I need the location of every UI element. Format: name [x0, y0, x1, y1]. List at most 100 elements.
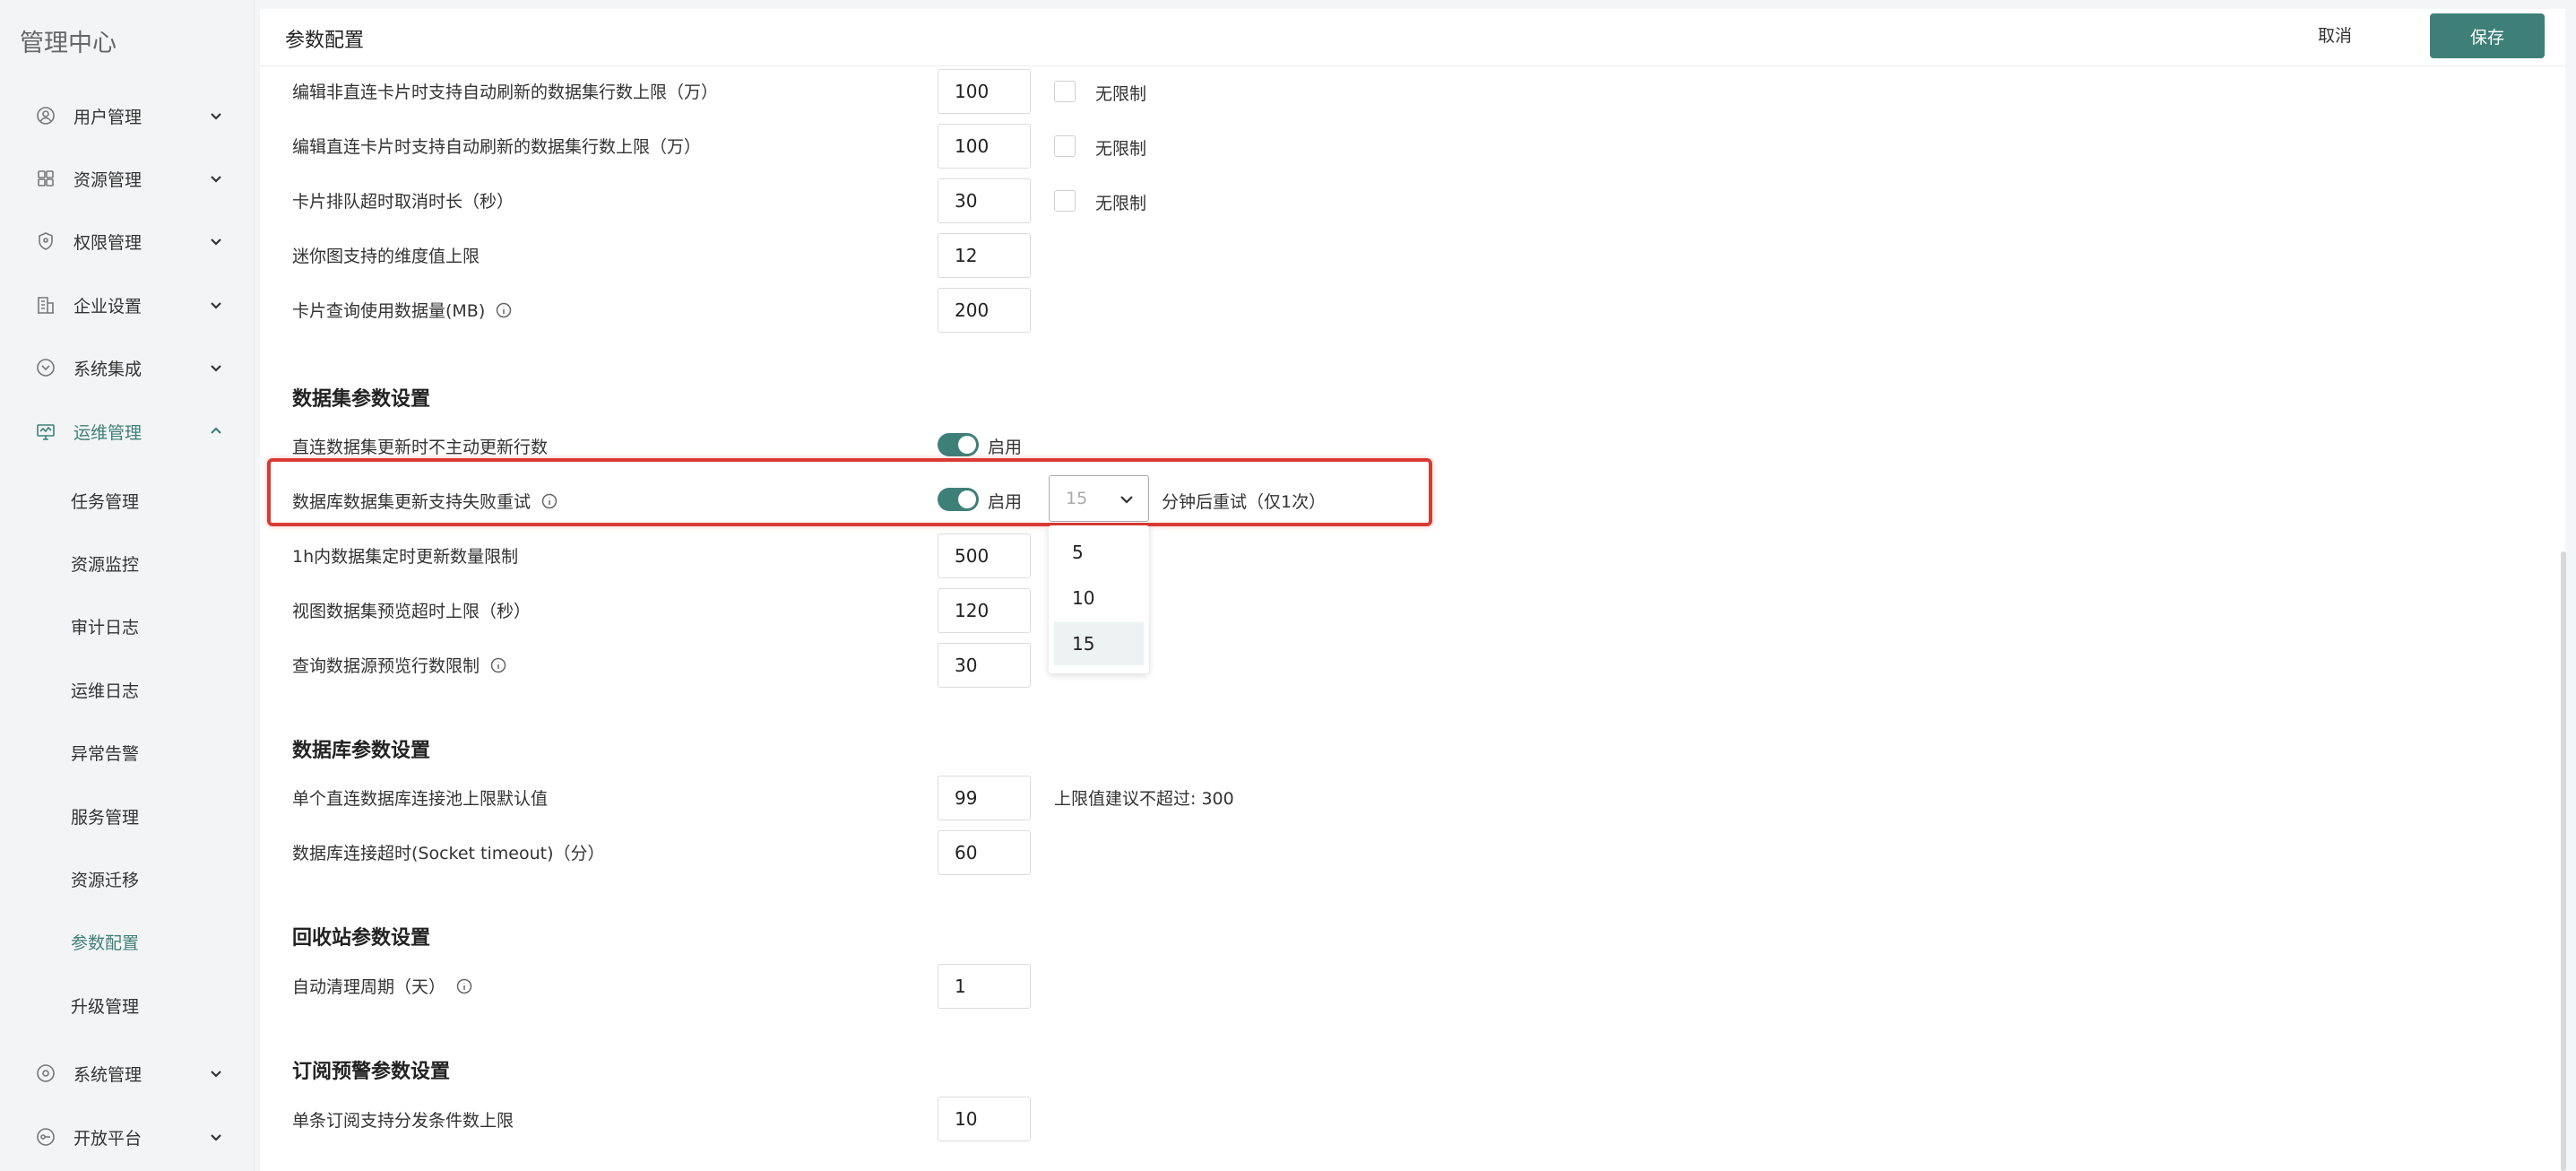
sidebar-item-audit-log[interactable]: 审计日志: [0, 601, 255, 651]
nav-system-management[interactable]: 系统管理: [0, 1046, 255, 1100]
setting-row-label: 自动清理周期（天）: [292, 974, 472, 998]
setting-label: 单条订阅支持分发条件数上限: [292, 1111, 514, 1131]
number-input[interactable]: 500: [938, 533, 1031, 578]
nav-label: 资源管理: [73, 169, 143, 190]
nav-label: 开放平台: [73, 1128, 143, 1149]
setting-label: 编辑非直连卡片时支持自动刷新的数据集行数上限（万）: [292, 82, 719, 102]
sidebar-item-tasks[interactable]: 任务管理: [0, 475, 255, 525]
nav-label: 系统管理: [73, 1064, 143, 1085]
section-title: 订阅预警参数设置: [292, 1061, 451, 1083]
chevron-up-icon: [208, 423, 224, 439]
select-value: 15: [1066, 489, 1088, 508]
sidebar: 管理中心 用户管理 资源管理 权限管理 企业设置 系统集成 运维管理 任务管理 …: [0, 0, 255, 1171]
save-button[interactable]: 保存: [2430, 13, 2545, 58]
page-title: 参数配置: [285, 30, 365, 52]
nav-resource-management[interactable]: 资源管理: [0, 152, 255, 205]
nav-label: 企业设置: [73, 296, 143, 317]
number-input[interactable]: 10: [938, 1097, 1031, 1141]
number-input[interactable]: 30: [938, 643, 1031, 688]
sidebar-item-alerts[interactable]: 异常告警: [0, 727, 255, 777]
info-icon[interactable]: [490, 657, 506, 673]
setting-label: 卡片查询使用数据量(MB): [292, 301, 486, 321]
grid-icon: [36, 169, 56, 188]
nav-label: 用户管理: [73, 107, 143, 127]
chevron-down-icon: [208, 1129, 224, 1145]
number-input[interactable]: 60: [938, 830, 1031, 875]
hint-text: 上限值建议不超过: 300: [1054, 789, 1234, 809]
nav-label: 权限管理: [73, 232, 143, 253]
unlimited-checkbox[interactable]: [1054, 81, 1076, 102]
nav-user-management[interactable]: 用户管理: [0, 89, 255, 143]
setting-label: 迷你图支持的维度值上限: [292, 247, 480, 266]
setting-row-label: 数据库数据集更新支持失败重试: [292, 489, 558, 513]
main-panel: 参数配置 取消 保存 编辑非直连卡片时支持自动刷新的数据集行数上限（万） 100…: [260, 9, 2565, 1171]
chevron-down-icon: [208, 360, 224, 376]
select-option[interactable]: 10: [1054, 577, 1144, 620]
retry-suffix: 分钟后重试（仅1次）: [1162, 492, 1327, 512]
number-input[interactable]: 120: [938, 588, 1031, 633]
setting-label: 卡片排队超时取消时长（秒）: [292, 192, 514, 212]
toggle-label: 启用: [988, 492, 1023, 512]
nav-enterprise-settings[interactable]: 企业设置: [0, 278, 255, 332]
setting-row-label: 查询数据源预览行数限制: [292, 653, 506, 677]
setting-label: 直连数据集更新时不主动更新行数: [292, 438, 549, 457]
select-option[interactable]: 5: [1054, 531, 1144, 574]
chevron-down-icon: [208, 233, 224, 249]
chevron-down-icon: [208, 297, 224, 313]
checkbox-label: 无限制: [1095, 194, 1147, 213]
nav-permission-management[interactable]: 权限管理: [0, 214, 255, 268]
info-icon[interactable]: [541, 493, 558, 509]
number-input[interactable]: 30: [938, 178, 1031, 223]
shield-icon: [36, 231, 56, 251]
sidebar-item-upgrade[interactable]: 升级管理: [0, 980, 255, 1030]
number-input[interactable]: 1: [938, 964, 1031, 1009]
number-input[interactable]: 100: [938, 124, 1031, 169]
section-title: 回收站参数设置: [292, 927, 431, 950]
checkbox-label: 无限制: [1095, 84, 1147, 104]
sidebar-item-resource-monitor[interactable]: 资源监控: [0, 538, 255, 588]
info-icon[interactable]: [496, 302, 512, 318]
unlimited-checkbox[interactable]: [1054, 135, 1076, 157]
setting-label: 自动清理周期（天）: [292, 977, 446, 997]
settings-icon: [36, 1063, 56, 1083]
select-option-selected[interactable]: 15: [1054, 622, 1144, 665]
chevron-down-icon: [208, 108, 224, 124]
number-input[interactable]: 99: [938, 776, 1031, 820]
building-icon: [36, 295, 56, 315]
platform-icon: [36, 1127, 56, 1147]
setting-label: 视图数据集预览超时上限（秒）: [292, 602, 532, 621]
setting-label: 1h内数据集定时更新数量限制: [292, 547, 519, 567]
enable-toggle[interactable]: [938, 488, 979, 511]
cancel-button[interactable]: 取消: [2318, 21, 2352, 53]
toggle-label: 启用: [988, 438, 1023, 457]
chevron-down-icon: [208, 1065, 224, 1081]
nav-open-platform[interactable]: 开放平台: [0, 1110, 255, 1164]
user-icon: [36, 106, 56, 126]
number-input[interactable]: 200: [938, 288, 1031, 333]
sidebar-item-ops-log[interactable]: 运维日志: [0, 664, 255, 715]
section-title: 数据集参数设置: [292, 388, 431, 411]
sidebar-item-services[interactable]: 服务管理: [0, 791, 255, 841]
section-title: 数据库参数设置: [292, 740, 431, 762]
unlimited-checkbox[interactable]: [1054, 190, 1076, 212]
enable-toggle[interactable]: [938, 433, 979, 456]
setting-label: 数据库连接超时(Socket timeout)（分）: [292, 844, 605, 863]
info-icon[interactable]: [456, 978, 472, 994]
setting-row-label: 卡片查询使用数据量(MB): [292, 298, 512, 322]
scrollbar-thumb[interactable]: [2561, 551, 2566, 1171]
number-input[interactable]: 100: [938, 69, 1031, 114]
nav-system-integration[interactable]: 系统集成: [0, 341, 255, 395]
monitor-icon: [36, 421, 56, 441]
setting-label: 查询数据源预览行数限制: [292, 656, 480, 676]
chevron-down-icon: [208, 170, 224, 186]
setting-label: 数据库数据集更新支持失败重试: [292, 492, 532, 512]
sidebar-item-parameters[interactable]: 参数配置: [0, 916, 255, 967]
sidebar-item-migration[interactable]: 资源迁移: [0, 854, 255, 904]
brand-title: 管理中心: [20, 30, 117, 57]
select-dropdown: 5 10 15: [1049, 525, 1149, 673]
retry-minutes-select[interactable]: 15: [1049, 475, 1149, 522]
nav-ops-management[interactable]: 运维管理: [0, 404, 255, 458]
setting-label: 编辑直连卡片时支持自动刷新的数据集行数上限（万）: [292, 137, 702, 157]
number-input[interactable]: 12: [938, 233, 1031, 278]
integration-icon: [36, 358, 56, 377]
